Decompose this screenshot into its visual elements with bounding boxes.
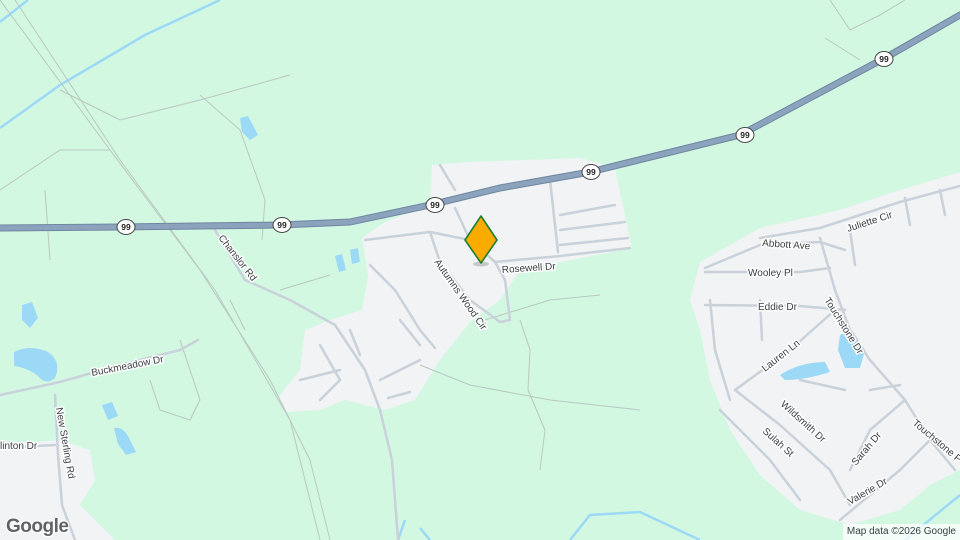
svg-text:99: 99: [277, 220, 287, 230]
map-view[interactable]: 99 99 99 99 99 99 Rosewell Dr Autumns Wo…: [0, 0, 960, 540]
canal-3: [569, 510, 701, 540]
route-99-shield-icon: 99: [581, 164, 601, 180]
google-logo[interactable]: Google: [6, 516, 69, 538]
trail-3: [199, 94, 266, 241]
map-canvas[interactable]: 99 99 99 99 99 99 Rosewell Dr Autumns Wo…: [0, 0, 960, 540]
label-buckmeadow-dr: Buckmeadow Dr: [90, 354, 165, 379]
lake-1: [14, 348, 58, 382]
label-clinton-dr: linton Dr: [0, 441, 38, 452]
svg-text:99: 99: [586, 167, 596, 177]
label-wooley-pl: Wooley Pl: [748, 268, 793, 279]
pond-2: [102, 402, 118, 420]
route-99-shield-icon: 99: [116, 219, 136, 235]
pond-1: [22, 302, 38, 328]
trail-8: [484, 294, 601, 321]
developed-area-east: [690, 172, 960, 525]
map-attribution[interactable]: Map data ©2026 Google: [842, 524, 960, 540]
pond-3: [114, 427, 136, 455]
route-99-shield-icon: 99: [735, 127, 755, 143]
label-chanslor-rd: Chanslor Rd: [216, 233, 259, 284]
pond-5: [335, 254, 346, 272]
route-99-shield-icon: 99: [425, 197, 445, 213]
svg-text:99: 99: [121, 222, 131, 232]
developed-areas: [0, 158, 960, 540]
svg-text:99: 99: [430, 200, 440, 210]
label-eddie-dr: Eddie Dr: [758, 302, 798, 313]
pond-6: [350, 248, 360, 264]
canal-4: [396, 519, 431, 540]
route-99-shield-icon: 99: [272, 217, 292, 233]
svg-text:99: 99: [740, 130, 750, 140]
trail-2: [0, 149, 110, 261]
canal-1: [0, 0, 221, 130]
trail-1: [59, 74, 291, 121]
trail-5: [419, 364, 641, 411]
svg-text:99: 99: [879, 54, 889, 64]
route-99-shield-icon: 99: [874, 51, 894, 67]
trail-4: [229, 274, 331, 331]
